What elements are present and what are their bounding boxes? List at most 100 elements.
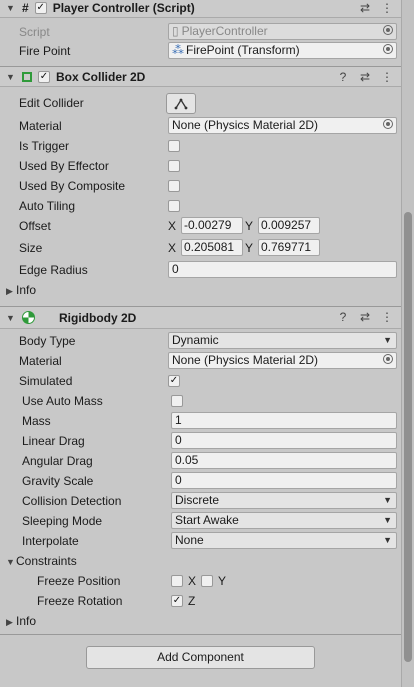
transform-icon: ⁂: [172, 43, 184, 57]
sleeping-mode-dropdown[interactable]: Start Awake ▼: [171, 512, 397, 529]
foldout-closed-icon[interactable]: ▶: [6, 286, 16, 297]
freeze-position-label: Freeze Position: [37, 574, 121, 588]
size-x: X 0.205081: [168, 239, 243, 256]
help-icon[interactable]: ?: [337, 310, 349, 324]
script-label: Script: [19, 25, 50, 39]
box-material-field[interactable]: None (Physics Material 2D): [168, 117, 397, 134]
size-y-axis[interactable]: Y: [245, 241, 258, 255]
dropdown-arrow-icon: ▼: [383, 515, 392, 525]
size-y-input[interactable]: 0.769771: [258, 239, 320, 256]
edit-collider-label: Edit Collider: [19, 96, 84, 110]
rb-info-label: Info: [16, 614, 37, 628]
object-picker-icon[interactable]: [383, 44, 393, 54]
rigidbody-icon: [22, 311, 35, 324]
box-collider-enabled-checkbox[interactable]: ✓: [38, 70, 50, 83]
box-info-row[interactable]: ▶ Info: [0, 280, 401, 300]
menu-icon[interactable]: ⋮: [381, 70, 393, 84]
edge-radius-input[interactable]: 0: [168, 261, 397, 278]
constraints-foldout[interactable]: ▼Constraints: [6, 554, 77, 568]
presets-icon[interactable]: ⇄: [359, 1, 371, 15]
simulated-row: Simulated ✓: [0, 371, 401, 391]
object-picker-icon[interactable]: [383, 354, 393, 364]
interpolate-label: Interpolate: [22, 534, 79, 548]
interpolate-value: None: [175, 533, 204, 547]
size-x-axis[interactable]: X: [168, 241, 181, 255]
box-collider-header[interactable]: ▼ ✓ Box Collider 2D ? ⇄ ⋮: [0, 66, 401, 87]
auto-tiling-row: Auto Tiling: [0, 196, 401, 216]
sleeping-mode-label: Sleeping Mode: [22, 514, 103, 528]
angular-drag-label: Angular Drag: [22, 454, 93, 468]
menu-icon[interactable]: ⋮: [381, 310, 393, 324]
size-row: Size X 0.205081 Y 0.769771: [0, 238, 401, 258]
linear-drag-label: Linear Drag: [22, 434, 85, 448]
mass-input[interactable]: 1: [171, 412, 397, 429]
simulated-checkbox[interactable]: ✓: [168, 375, 180, 387]
freeze-rotation-label: Freeze Rotation: [37, 594, 123, 608]
presets-icon[interactable]: ⇄: [359, 70, 371, 84]
scrollbar-thumb[interactable]: [404, 212, 412, 662]
sleeping-mode-value: Start Awake: [175, 513, 239, 527]
rb-info-foldout[interactable]: ▶ Info: [6, 614, 36, 628]
inspector-scrollbar[interactable]: [401, 0, 414, 687]
rigidbody-header[interactable]: ▼ Rigidbody 2D ? ⇄ ⋮: [0, 306, 401, 329]
collision-detection-row: Collision Detection Discrete ▼: [0, 491, 401, 511]
offset-y-axis[interactable]: Y: [245, 219, 258, 233]
rb-material-field[interactable]: None (Physics Material 2D): [168, 352, 397, 369]
freeze-position-x-checkbox[interactable]: [171, 575, 183, 587]
freeze-position-x-label: X: [188, 574, 197, 588]
used-by-composite-checkbox[interactable]: [168, 180, 180, 192]
interpolate-dropdown[interactable]: None ▼: [171, 532, 397, 549]
help-icon[interactable]: ?: [337, 70, 349, 84]
body-type-label: Body Type: [19, 334, 76, 348]
freeze-position-y-checkbox[interactable]: [201, 575, 213, 587]
foldout-open-icon[interactable]: ▼: [6, 3, 16, 13]
script-hash-icon: #: [22, 0, 29, 15]
player-controller-title: Player Controller (Script): [52, 0, 195, 15]
freeze-rotation-z-checkbox[interactable]: ✓: [171, 595, 183, 607]
offset-y: Y 0.009257: [245, 217, 320, 234]
box-info-foldout[interactable]: ▶ Info: [6, 283, 36, 297]
collision-detection-dropdown[interactable]: Discrete ▼: [171, 492, 397, 509]
size-x-input[interactable]: 0.205081: [181, 239, 243, 256]
edit-collider-button[interactable]: [166, 93, 196, 114]
body-type-value: Dynamic: [172, 333, 219, 347]
player-controller-header[interactable]: ▼ # ✓ Player Controller (Script) ⇄ ⋮: [0, 0, 401, 18]
box-collider-title: Box Collider 2D: [56, 69, 146, 84]
angular-drag-input[interactable]: 0.05: [171, 452, 397, 469]
use-auto-mass-checkbox[interactable]: [171, 395, 183, 407]
menu-icon[interactable]: ⋮: [381, 1, 393, 15]
used-by-effector-checkbox[interactable]: [168, 160, 180, 172]
is-trigger-checkbox[interactable]: [168, 140, 180, 152]
player-controller-enabled-checkbox[interactable]: ✓: [34, 1, 47, 14]
body-type-row: Body Type Dynamic ▼: [0, 331, 401, 351]
box-collider-icon: [22, 71, 32, 82]
rb-material-label: Material: [19, 354, 62, 368]
mass-label: Mass: [22, 414, 51, 428]
fire-point-field[interactable]: ⁂ FirePoint (Transform): [168, 42, 397, 59]
gravity-scale-input[interactable]: 0: [171, 472, 397, 489]
offset-y-input[interactable]: 0.009257: [258, 217, 320, 234]
gravity-scale-row: Gravity Scale 0: [0, 471, 401, 491]
foldout-open-icon[interactable]: ▼: [6, 313, 16, 323]
auto-tiling-checkbox[interactable]: [168, 200, 180, 212]
foldout-open-icon[interactable]: ▼: [6, 557, 16, 567]
script-row: Script ▯ PlayerController: [0, 22, 401, 42]
offset-x-axis[interactable]: X: [168, 219, 181, 233]
foldout-closed-icon[interactable]: ▶: [6, 617, 16, 628]
add-component-button[interactable]: Add Component: [86, 646, 315, 669]
constraints-row[interactable]: ▼Constraints: [0, 551, 401, 571]
box-material-row: Material None (Physics Material 2D): [0, 116, 401, 136]
offset-label: Offset: [19, 219, 51, 233]
body-type-dropdown[interactable]: Dynamic ▼: [168, 332, 397, 349]
object-picker-icon[interactable]: [383, 119, 393, 129]
gravity-scale-label: Gravity Scale: [22, 474, 94, 488]
script-file-icon: ▯: [172, 24, 179, 38]
offset-x-input[interactable]: -0.00279: [181, 217, 243, 234]
size-label: Size: [19, 241, 43, 255]
foldout-open-icon[interactable]: ▼: [6, 72, 16, 82]
rb-info-row[interactable]: ▶ Info: [0, 611, 401, 631]
linear-drag-input[interactable]: 0: [171, 432, 397, 449]
fire-point-row: Fire Point ⁂ FirePoint (Transform): [0, 41, 401, 61]
presets-icon[interactable]: ⇄: [359, 310, 371, 324]
used-by-composite-row: Used By Composite: [0, 176, 401, 196]
